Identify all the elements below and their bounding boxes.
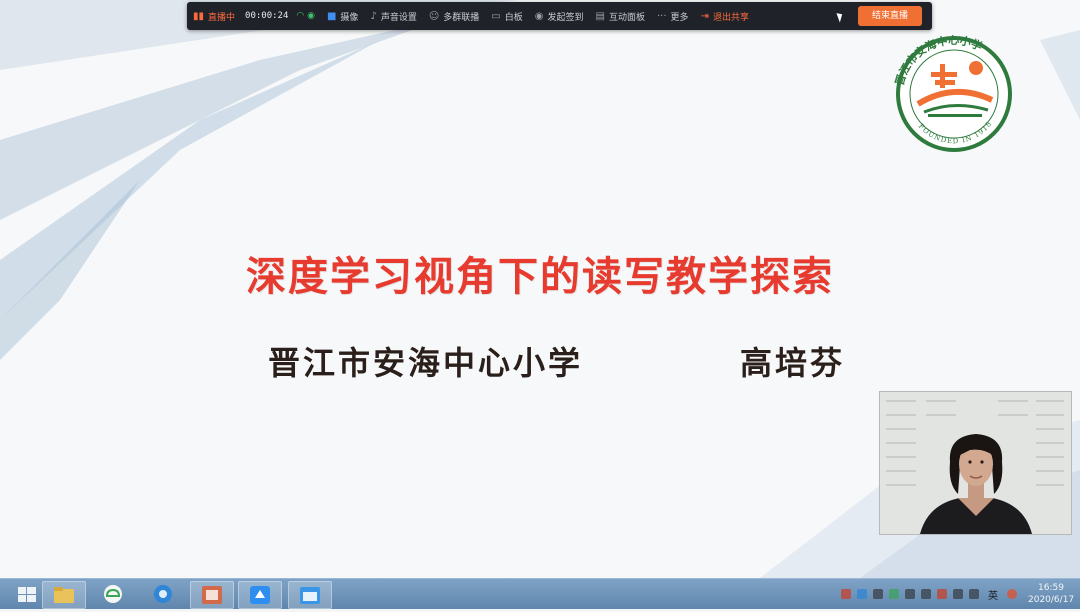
taskbar-calendar-app[interactable] xyxy=(288,581,332,609)
audio-settings-label: 声音设置 xyxy=(380,12,417,23)
input-method-indicator[interactable]: 英 xyxy=(988,587,998,602)
exit-icon: ⇥ xyxy=(700,10,709,22)
camera-icon: ■ xyxy=(326,10,337,22)
speaker-icon[interactable] xyxy=(969,589,979,599)
tray-network-app-icon[interactable] xyxy=(857,589,867,599)
live-toolbar: ▮▮ 直播中 00:00:24 ◠ ◉ ■ 摄像 ♪ 声音设置 ☺ 多群联播 ▭… xyxy=(187,2,932,30)
taskbar-live-app[interactable] xyxy=(238,581,282,609)
slide-title: 深度学习视角下的读写教学探索 xyxy=(246,253,834,300)
taskbar-app-browser[interactable] xyxy=(142,581,184,607)
exit-share-button[interactable]: ⇥ 退出共享 xyxy=(701,10,749,23)
ellipsis-icon: ··· xyxy=(656,10,667,22)
interact-panel-button[interactable]: ▤ 互动面板 xyxy=(596,10,645,23)
clock-date: 2020/6/17 xyxy=(1028,595,1075,605)
checkin-button[interactable]: ◉ 发起签到 xyxy=(535,10,584,23)
whiteboard-icon: ▭ xyxy=(491,10,501,22)
presenter-video xyxy=(880,392,1071,534)
chat-icon: ▤ xyxy=(595,10,605,22)
author-name: 高培芬 xyxy=(740,344,846,382)
webcam-preview[interactable] xyxy=(879,391,1072,535)
presentation-app-icon xyxy=(202,586,222,604)
tray-signal-icon[interactable] xyxy=(905,589,915,599)
whiteboard-button[interactable]: ▭ 白板 xyxy=(491,10,522,23)
tray-antivirus-icon[interactable] xyxy=(937,589,947,599)
whiteboard-label: 白板 xyxy=(504,12,523,23)
multi-cam-button[interactable]: ☺ 多群联播 xyxy=(429,10,479,23)
multi-cam-label: 多群联播 xyxy=(443,12,480,23)
folder-icon xyxy=(54,587,74,603)
windows-taskbar: 英 16:59 2020/6/17 xyxy=(0,578,1080,609)
sogou-ime-icon[interactable] xyxy=(1007,589,1017,599)
network-signal-icon: ◠ ◉ xyxy=(296,11,315,21)
live-status-label: 直播中 xyxy=(208,12,236,23)
tray-monitor-icon[interactable] xyxy=(953,589,963,599)
audio-settings-button[interactable]: ♪ 声音设置 xyxy=(370,10,416,23)
checkin-label: 发起签到 xyxy=(547,12,584,23)
taskbar-app-cloud[interactable] xyxy=(92,581,134,607)
calendar-icon xyxy=(300,587,320,604)
taskbar-powerpoint[interactable] xyxy=(190,581,234,609)
interact-panel-label: 互动面板 xyxy=(608,12,645,23)
clock-time: 16:59 xyxy=(1038,583,1064,593)
more-label: 更多 xyxy=(670,12,689,23)
taskbar-clock[interactable]: 16:59 2020/6/17 xyxy=(1028,582,1074,606)
taskbar-file-explorer[interactable] xyxy=(42,581,86,609)
tray-display-icon[interactable] xyxy=(921,589,931,599)
exit-share-label: 退出共享 xyxy=(712,12,749,23)
people-icon: ☺ xyxy=(428,10,440,22)
live-timer: 00:00:24 xyxy=(245,11,289,21)
live-bars-icon: ▮▮ xyxy=(193,10,205,22)
camera-label: 摄像 xyxy=(340,12,359,23)
more-button[interactable]: ··· 更多 xyxy=(657,10,689,23)
microphone-icon: ♪ xyxy=(370,10,377,22)
tray-app-icon[interactable] xyxy=(841,589,851,599)
tray-sync-icon[interactable] xyxy=(889,589,899,599)
end-live-button[interactable]: 结束直播 xyxy=(858,6,922,26)
tray-security-icon[interactable] xyxy=(873,589,883,599)
school-name: 晋江市安海中心小学 xyxy=(268,344,584,382)
cloud-app-icon xyxy=(104,585,122,603)
location-pin-icon: ◉ xyxy=(534,10,544,22)
school-logo: 晋江市安海中心小学 FOUNDED IN 1918 xyxy=(893,34,1012,152)
camera-button[interactable]: ■ 摄像 xyxy=(327,10,358,23)
live-app-icon xyxy=(250,586,270,604)
system-tray: 英 16:59 2020/6/17 xyxy=(838,579,1074,609)
live-status: ▮▮ 直播中 xyxy=(193,10,235,23)
browser-icon xyxy=(154,585,172,603)
